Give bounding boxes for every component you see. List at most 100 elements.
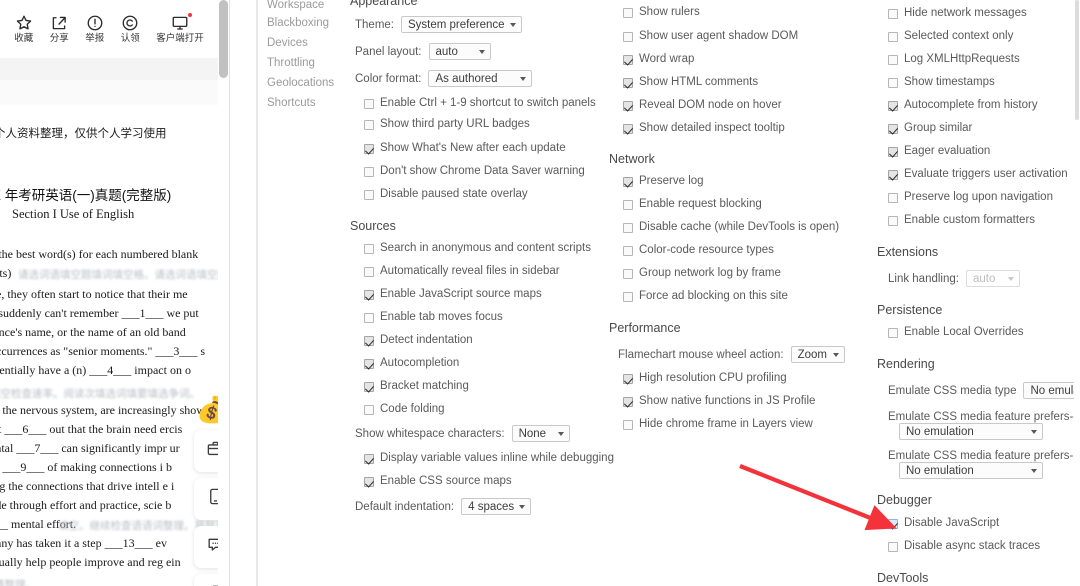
- checkbox[interactable]: [623, 419, 633, 430]
- option-enable-local-overrides[interactable]: Enable Local Overrides: [888, 326, 1024, 339]
- sidebar-item-geolocations[interactable]: Geolocations: [267, 77, 334, 90]
- checkbox[interactable]: [623, 373, 633, 384]
- option-disable-cache[interactable]: Disable cache (while DevTools is open): [623, 221, 839, 234]
- option-reveal-dom-node-on-hover[interactable]: Reveal DOM node on hover: [623, 99, 782, 112]
- option-code-folding[interactable]: Code folding: [364, 403, 445, 416]
- option-disable-paused-overlay[interactable]: Disable paused state overlay: [364, 188, 528, 201]
- checkbox[interactable]: [364, 312, 374, 323]
- checkbox[interactable]: [364, 335, 374, 346]
- checkbox[interactable]: [364, 189, 374, 200]
- checkbox[interactable]: [623, 222, 633, 233]
- share-button[interactable]: 分享: [50, 14, 69, 44]
- option-show-native-functions[interactable]: Show native functions in JS Profile: [623, 395, 815, 408]
- checkbox[interactable]: [364, 289, 374, 300]
- option-show-detailed-inspect-tooltip[interactable]: Show detailed inspect tooltip: [623, 122, 785, 135]
- flamechart-wheel-action-select[interactable]: Zoom: [790, 346, 845, 363]
- color-format-select[interactable]: As authored: [428, 70, 533, 87]
- sidebar-item-workspace[interactable]: Workspace: [267, 0, 324, 12]
- option-evaluate-triggers-user-activation[interactable]: Evaluate triggers user activation: [888, 168, 1068, 181]
- link-handling-select[interactable]: auto: [965, 270, 1020, 287]
- checkbox[interactable]: [623, 54, 633, 65]
- option-enable-js-source-maps[interactable]: Enable JavaScript source maps: [364, 288, 542, 301]
- option-enable-request-blocking[interactable]: Enable request blocking: [623, 198, 762, 211]
- option-disable-javascript[interactable]: Disable JavaScript: [888, 517, 999, 530]
- checkbox[interactable]: [888, 146, 898, 157]
- checkbox[interactable]: [888, 123, 898, 134]
- checkbox[interactable]: [888, 192, 898, 203]
- checkbox[interactable]: [888, 77, 898, 88]
- checkbox[interactable]: [888, 518, 898, 529]
- checkbox[interactable]: [364, 476, 374, 487]
- default-indentation-select[interactable]: 4 spaces: [461, 498, 532, 515]
- checkbox[interactable]: [623, 245, 633, 256]
- option-hide-network-messages[interactable]: Hide network messages: [888, 7, 1027, 20]
- checkbox[interactable]: [623, 396, 633, 407]
- option-enable-custom-formatters[interactable]: Enable custom formatters: [888, 214, 1035, 227]
- option-eager-evaluation[interactable]: Eager evaluation: [888, 145, 990, 158]
- checkbox[interactable]: [364, 98, 374, 109]
- whitespace-characters-select[interactable]: None: [511, 425, 570, 442]
- option-enable-tab-moves-focus[interactable]: Enable tab moves focus: [364, 311, 503, 324]
- checkbox[interactable]: [623, 291, 633, 302]
- option-bracket-matching[interactable]: Bracket matching: [364, 380, 469, 393]
- option-show-rulers[interactable]: Show rulers: [623, 6, 700, 19]
- option-selected-context-only[interactable]: Selected context only: [888, 30, 1013, 43]
- option-enable-css-source-maps[interactable]: Enable CSS source maps: [364, 475, 512, 488]
- checkbox[interactable]: [364, 243, 374, 254]
- panel-layout-select[interactable]: auto: [428, 43, 491, 60]
- option-group-similar[interactable]: Group similar: [888, 122, 972, 135]
- checkbox[interactable]: [623, 77, 633, 88]
- checkbox[interactable]: [888, 215, 898, 226]
- checkbox[interactable]: [888, 327, 898, 338]
- option-preserve-log[interactable]: Preserve log: [623, 175, 704, 188]
- option-show-html-comments[interactable]: Show HTML comments: [623, 76, 758, 89]
- option-auto-reveal-files[interactable]: Automatically reveal files in sidebar: [364, 265, 560, 278]
- prefers-reduced-motion-select[interactable]: No emulation: [899, 462, 1043, 479]
- checkbox[interactable]: [364, 119, 374, 130]
- option-hide-data-saver-warning[interactable]: Don't show Chrome Data Saver warning: [364, 165, 585, 178]
- option-display-inline-values[interactable]: Display variable values inline while deb…: [364, 452, 614, 465]
- checkbox[interactable]: [888, 100, 898, 111]
- checkbox[interactable]: [623, 199, 633, 210]
- checkbox[interactable]: [888, 541, 898, 552]
- checkbox[interactable]: [364, 358, 374, 369]
- claim-button[interactable]: 认领: [121, 14, 140, 44]
- option-show-shadow-dom[interactable]: Show user agent shadow DOM: [623, 30, 798, 43]
- checkbox[interactable]: [364, 266, 374, 277]
- option-autocompletion[interactable]: Autocompletion: [364, 357, 459, 370]
- emulate-css-media-type-select[interactable]: No emulation: [1023, 382, 1080, 399]
- option-color-code-resource-types[interactable]: Color-code resource types: [623, 244, 774, 257]
- checkbox[interactable]: [888, 31, 898, 42]
- checkbox[interactable]: [364, 404, 374, 415]
- checkbox[interactable]: [888, 54, 898, 65]
- sidebar-item-blackboxing[interactable]: Blackboxing: [267, 17, 329, 30]
- option-force-ad-blocking[interactable]: Force ad blocking on this site: [623, 290, 788, 303]
- page-scrollbar-track[interactable]: [218, 0, 229, 586]
- option-group-network-log-by-frame[interactable]: Group network log by frame: [623, 267, 781, 280]
- checkbox[interactable]: [888, 8, 898, 19]
- checkbox[interactable]: [364, 143, 374, 154]
- option-show-timestamps[interactable]: Show timestamps: [888, 76, 995, 89]
- option-disable-async-stack-traces[interactable]: Disable async stack traces: [888, 540, 1040, 553]
- checkbox[interactable]: [364, 166, 374, 177]
- checkbox[interactable]: [623, 268, 633, 279]
- option-search-anonymous-scripts[interactable]: Search in anonymous and content scripts: [364, 242, 591, 255]
- theme-select[interactable]: System preference: [401, 16, 522, 33]
- option-high-resolution-cpu-profiling[interactable]: High resolution CPU profiling: [623, 372, 787, 385]
- option-show-whats-new[interactable]: Show What's New after each update: [364, 142, 566, 155]
- option-preserve-log-upon-navigation[interactable]: Preserve log upon navigation: [888, 191, 1053, 204]
- checkbox[interactable]: [888, 169, 898, 180]
- open-in-client-button[interactable]: 客户端打开: [156, 13, 204, 44]
- sidebar-item-throttling[interactable]: Throttling: [267, 57, 315, 70]
- option-autocomplete-from-history[interactable]: Autocomplete from history: [888, 99, 1038, 112]
- option-hide-chrome-frame-layers[interactable]: Hide chrome frame in Layers view: [623, 418, 813, 431]
- option-enable-ctrl-shortcut[interactable]: Enable Ctrl + 1-9 shortcut to switch pan…: [364, 97, 596, 110]
- checkbox[interactable]: [623, 100, 633, 111]
- checkbox[interactable]: [623, 176, 633, 187]
- option-word-wrap[interactable]: Word wrap: [623, 53, 694, 66]
- page-scrollbar-thumb[interactable]: [219, 0, 228, 78]
- option-detect-indentation[interactable]: Detect indentation: [364, 334, 473, 347]
- checkbox[interactable]: [623, 31, 633, 42]
- prefers-color-scheme-select[interactable]: No emulation: [899, 423, 1043, 440]
- checkbox[interactable]: [623, 123, 633, 134]
